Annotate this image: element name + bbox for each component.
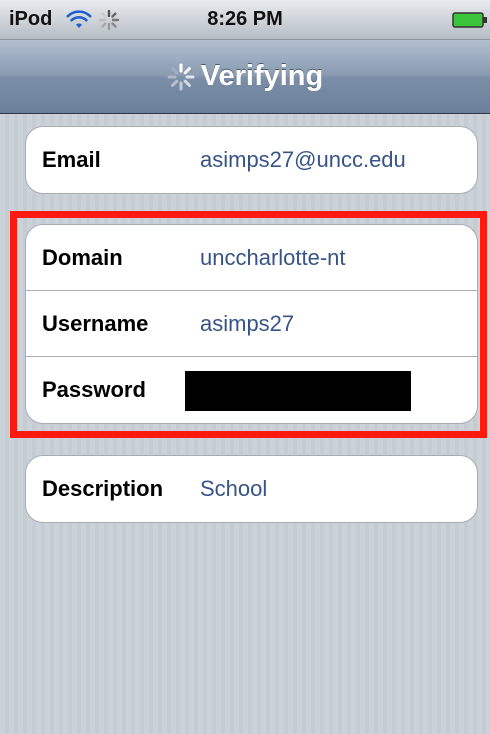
email-row[interactable]: Email asimps27@uncc.edu	[26, 127, 477, 193]
clock: 8:26 PM	[207, 8, 283, 30]
description-row[interactable]: Description School	[26, 456, 477, 522]
username-field[interactable]: asimps27	[200, 291, 294, 357]
username-row[interactable]: Username asimps27	[26, 291, 477, 357]
domain-label: Domain	[42, 245, 123, 270]
email-group: Email asimps27@uncc.edu	[25, 126, 478, 194]
email-label: Email	[42, 147, 101, 172]
description-field[interactable]: School	[200, 456, 267, 522]
password-label: Password	[42, 377, 146, 402]
email-field[interactable]: asimps27@uncc.edu	[200, 127, 406, 193]
nav-title: Verifying	[200, 60, 324, 92]
status-bar: iPod 8:26 PM	[0, 0, 490, 40]
domain-row[interactable]: Domain unccharlotte-nt	[26, 225, 477, 291]
domain-field[interactable]: unccharlotte-nt	[200, 225, 346, 291]
username-label: Username	[42, 311, 149, 336]
navigation-bar: Verifying	[0, 40, 490, 114]
password-row[interactable]: Password	[26, 357, 477, 423]
description-label: Description	[42, 476, 164, 501]
verifying-spinner-icon	[167, 63, 195, 90]
form-content: Email asimps27@uncc.edu Domain unccharlo…	[0, 114, 490, 734]
password-field-redacted[interactable]	[185, 371, 411, 411]
credentials-group: Domain unccharlotte-nt Username asimps27…	[25, 224, 478, 424]
description-group: Description School	[25, 455, 478, 523]
battery-icon	[452, 12, 487, 28]
screen: iPod 8:26 PM Verifying Email asimps27@un…	[0, 0, 490, 734]
